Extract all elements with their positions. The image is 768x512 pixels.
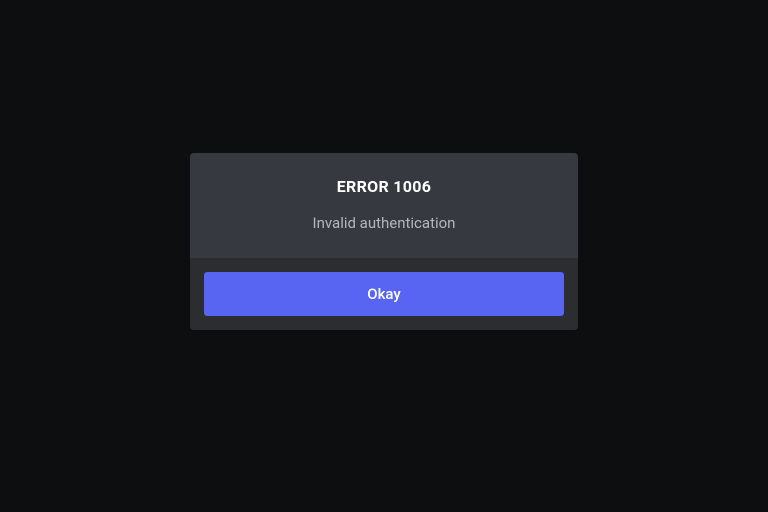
modal-footer: Okay (190, 258, 578, 330)
modal-content: ERROR 1006 Invalid authentication (190, 153, 578, 258)
okay-button[interactable]: Okay (204, 272, 564, 316)
error-modal: ERROR 1006 Invalid authentication Okay (190, 153, 578, 330)
modal-title: ERROR 1006 (206, 177, 562, 196)
modal-message: Invalid authentication (206, 214, 562, 232)
